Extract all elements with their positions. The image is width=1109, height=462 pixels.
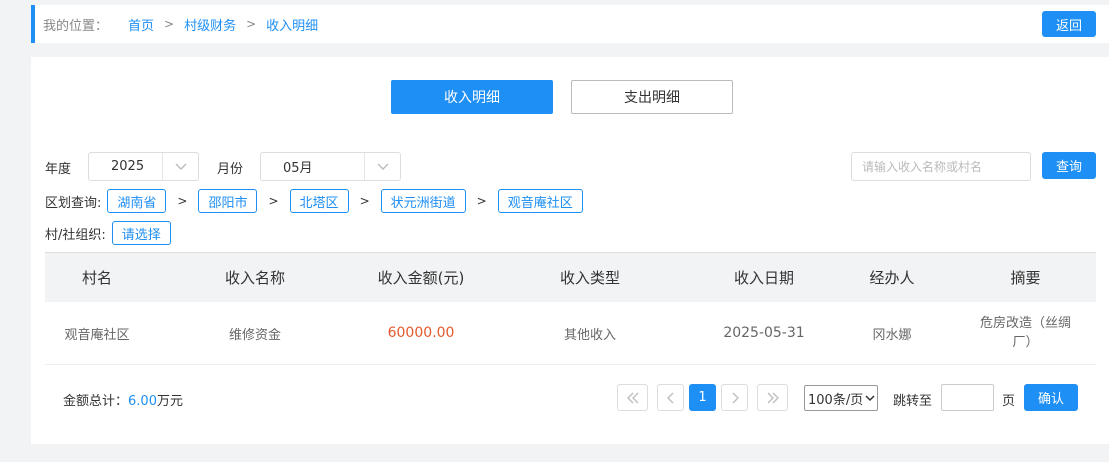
header-income-name: 收入名称: [224, 269, 285, 287]
breadcrumb-home-link[interactable]: 首页: [128, 15, 154, 34]
year-value: 2025: [111, 159, 145, 174]
last-page-button[interactable]: [757, 384, 788, 411]
confirm-button[interactable]: 确认: [1024, 384, 1078, 411]
org-filter: 村/社组织: 请选择: [45, 221, 171, 245]
header-handler: 经办人: [869, 269, 915, 287]
chevron-right-icon: [732, 392, 739, 403]
breadcrumb-separator: >: [246, 17, 257, 31]
chevron-down-icon: [364, 153, 400, 180]
income-table: 村名 收入名称 收入金额(元) 收入类型 收入日期 经办人 摘要 观音庵社区 维…: [45, 252, 1096, 365]
chevron-down-icon: [865, 394, 875, 401]
back-button[interactable]: 返回: [1042, 11, 1096, 37]
cell-amount: 60000.00: [387, 325, 455, 341]
page-size-select[interactable]: 100条/页: [804, 385, 878, 411]
cell-type: 其他收入: [563, 327, 616, 343]
cell-income-name: 维修资金: [228, 327, 281, 343]
org-select-button[interactable]: 请选择: [111, 221, 171, 245]
jump-label: 跳转至: [893, 394, 933, 409]
amount-total: 金额总计：6.00万元: [63, 390, 183, 409]
breadcrumb-village-finance-link[interactable]: 村级财务: [184, 15, 236, 34]
double-chevron-left-icon: [626, 392, 638, 403]
page-size-value: 100条/页: [808, 392, 864, 408]
region-tag-district[interactable]: 北塔区: [289, 189, 349, 213]
header-date: 收入日期: [733, 269, 794, 287]
prev-page-button[interactable]: [657, 384, 684, 411]
region-tag-city[interactable]: 邵阳市: [198, 189, 258, 213]
page-number-button[interactable]: 1: [689, 384, 716, 411]
chevron-left-icon: [666, 392, 673, 403]
page-unit-label: 页: [1002, 394, 1016, 409]
header-type: 收入类型: [559, 269, 620, 287]
year-label: 年度: [45, 162, 72, 177]
month-value: 05月: [283, 161, 313, 176]
table-row[interactable]: 观音庵社区 维修资金 60000.00 其他收入 2025-05-31 冈水娜 …: [45, 302, 1096, 365]
region-tag-street[interactable]: 状元洲街道: [380, 189, 466, 213]
cell-summary: 危房改造（丝绸厂）: [979, 316, 1071, 350]
double-chevron-right-icon: [767, 392, 779, 403]
tab-expense-detail[interactable]: 支出明细: [571, 80, 733, 114]
cell-handler: 冈水娜: [872, 327, 912, 343]
main-panel: 收入明细 支出明细 年度 2025 月份 05月 查询 区划查询: 湖南省 > …: [31, 57, 1109, 444]
header-summary: 摘要: [1010, 269, 1041, 287]
breadcrumb-current[interactable]: 收入明细: [266, 15, 318, 34]
total-unit: 万元: [156, 394, 183, 409]
cell-village: 观音庵社区: [64, 327, 130, 343]
region-filter: 区划查询: 湖南省 > 邵阳市 > 北塔区 > 状元洲街道 > 观音庵社区: [45, 189, 583, 213]
total-value: 6.00: [128, 394, 157, 409]
month-select[interactable]: 05月: [260, 152, 401, 181]
next-page-button[interactable]: [721, 384, 748, 411]
region-separator: >: [476, 194, 487, 208]
tab-income-detail[interactable]: 收入明细: [391, 80, 553, 114]
search-input[interactable]: [851, 152, 1031, 181]
header-amount: 收入金额(元): [377, 269, 465, 287]
breadcrumb-separator: >: [164, 17, 175, 31]
breadcrumb-label: 我的位置：: [43, 18, 109, 34]
cell-date: 2025-05-31: [723, 325, 805, 341]
org-label: 村/社组织:: [45, 227, 106, 243]
region-separator: >: [268, 194, 279, 208]
breadcrumb: 我的位置： 首页 > 村级财务 > 收入明细 返回: [31, 5, 1109, 43]
year-select[interactable]: 2025: [88, 152, 199, 181]
header-village: 村名: [81, 269, 112, 287]
total-label: 金额总计：: [63, 394, 129, 409]
query-button[interactable]: 查询: [1042, 152, 1096, 179]
region-separator: >: [359, 194, 370, 208]
region-tag-province[interactable]: 湖南省: [107, 189, 167, 213]
chevron-down-icon: [162, 153, 198, 180]
jump-page-input[interactable]: [941, 384, 994, 411]
region-separator: >: [177, 194, 188, 208]
first-page-button[interactable]: [617, 384, 648, 411]
month-label: 月份: [217, 162, 244, 177]
region-label: 区划查询:: [45, 195, 102, 211]
table-header: 村名 收入名称 收入金额(元) 收入类型 收入日期 经办人 摘要: [45, 252, 1096, 302]
region-tag-community[interactable]: 观音庵社区: [497, 189, 583, 213]
